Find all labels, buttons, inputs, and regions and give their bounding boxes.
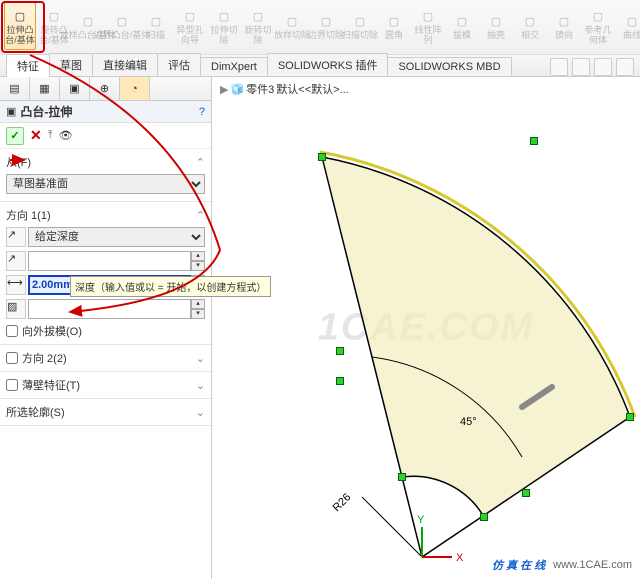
dir1-label: 方向 1(1) bbox=[6, 207, 51, 223]
graphics-area[interactable]: ▶ 🧊 零件3 默认<<默认>... 1CAE.COM 45° R26 bbox=[212, 77, 640, 579]
tab-3[interactable]: 评估 bbox=[157, 53, 201, 76]
svg-text:X: X bbox=[456, 552, 464, 564]
sketch-node[interactable] bbox=[480, 513, 488, 521]
opt-icon[interactable] bbox=[572, 58, 590, 76]
sketch-node[interactable] bbox=[398, 473, 406, 481]
draft-outward-label: 向外拔模(O) bbox=[22, 323, 82, 339]
disp-tab-icon[interactable]: ⊕ bbox=[90, 77, 120, 100]
ribbon-extrudecut: ▢拉伸切 除 bbox=[208, 2, 240, 50]
feature-title: 凸台-拉伸 bbox=[20, 103, 72, 120]
pin-icon[interactable]: ⤒ bbox=[48, 129, 53, 142]
minus-icon[interactable] bbox=[594, 58, 612, 76]
contours-label: 所选轮廓(S) bbox=[6, 404, 65, 420]
ribbon-shell: ▢拔模 bbox=[446, 2, 478, 50]
draft-outward-check[interactable] bbox=[6, 325, 18, 337]
spin-up[interactable]: ▴ bbox=[191, 299, 205, 309]
draft-icon[interactable]: ▨ bbox=[6, 299, 26, 319]
ribbon-intersect: ▢相交 bbox=[514, 2, 546, 50]
footer-url: www.1CAE.com bbox=[553, 559, 632, 571]
sketch-node[interactable] bbox=[336, 347, 344, 355]
ribbon-extrude[interactable]: ▢拉伸凸 台/基体 bbox=[4, 2, 36, 50]
feature-icon: ▣ bbox=[6, 105, 16, 118]
tab-5[interactable]: SOLIDWORKS 插件 bbox=[267, 53, 389, 76]
angle-dim: 45° bbox=[460, 416, 477, 428]
ribbon-loftcut: ▢放样切除 bbox=[276, 2, 308, 50]
ribbon-linpat: ▢线性阵 列 bbox=[412, 2, 444, 50]
footer-brand: 仿 真 在 线 bbox=[492, 557, 545, 573]
spin-up[interactable]: ▴ bbox=[191, 251, 205, 261]
from-label: 从(F) bbox=[6, 154, 31, 170]
svg-text:Y: Y bbox=[417, 514, 425, 526]
collapse-icon[interactable]: ⌃ bbox=[196, 209, 205, 222]
tab-2[interactable]: 直接编辑 bbox=[92, 53, 158, 76]
dim-tab-icon[interactable]: ◔ bbox=[120, 77, 150, 100]
spin-down[interactable]: ▾ bbox=[191, 309, 205, 319]
ribbon-rib: ▢抽壳 bbox=[480, 2, 512, 50]
view-icon[interactable] bbox=[550, 58, 568, 76]
tab-6[interactable]: SOLIDWORKS MBD bbox=[387, 57, 511, 76]
tab-0[interactable]: 特征 bbox=[6, 54, 50, 77]
close-icon[interactable] bbox=[616, 58, 634, 76]
cancel-button[interactable]: ✕ bbox=[30, 127, 42, 144]
tab-4[interactable]: DimXpert bbox=[200, 57, 268, 76]
dir2-check[interactable] bbox=[6, 352, 18, 364]
help-icon[interactable]: ? bbox=[199, 106, 205, 118]
sketch-node[interactable] bbox=[336, 377, 344, 385]
ribbon-revolve: ▢旋转凸 台/基体 bbox=[38, 2, 70, 50]
ribbon-fillet: ▢圆角 bbox=[378, 2, 410, 50]
sketch-node[interactable] bbox=[522, 489, 530, 497]
sketch-node[interactable] bbox=[530, 137, 538, 145]
cfg-tab-icon[interactable]: ▣ bbox=[60, 77, 90, 100]
ribbon-refgeo: ▢参考几 何体 bbox=[582, 2, 614, 50]
radius-dim: R26 bbox=[331, 491, 354, 514]
ribbon-mirror: ▢镜向 bbox=[548, 2, 580, 50]
tree-tab-icon[interactable]: ▤ bbox=[0, 77, 30, 100]
dir-icon[interactable]: ↗ bbox=[6, 251, 26, 271]
sketch-node[interactable] bbox=[318, 153, 326, 161]
sketch-node[interactable] bbox=[626, 413, 634, 421]
expand-icon[interactable]: ⌄ bbox=[196, 352, 205, 365]
ribbon-shapecut: ▢异型孔 向导 bbox=[174, 2, 206, 50]
from-select[interactable]: 草图基准面 bbox=[6, 174, 205, 194]
ribbon-sweep: ▢扫描 bbox=[140, 2, 172, 50]
dir2-label: 方向 2(2) bbox=[22, 350, 67, 366]
ribbon-loft: ▢放样凸台/基体 bbox=[72, 2, 104, 50]
endcond-select[interactable]: 给定深度 bbox=[28, 227, 205, 247]
ribbon-bndcut: ▢边界切除 bbox=[310, 2, 342, 50]
expand-icon[interactable]: ⌄ bbox=[196, 379, 205, 392]
ribbon-boundary: ▢边界凸台/基体 bbox=[106, 2, 138, 50]
reverse-icon[interactable]: ↗ bbox=[6, 227, 26, 247]
depth-tooltip: 深度（输入值或以 = 开始，以创建方程式） bbox=[70, 276, 271, 297]
thin-label: 薄壁特征(T) bbox=[22, 377, 80, 393]
collapse-icon[interactable]: ⌃ bbox=[196, 156, 205, 169]
dir-vector-input[interactable] bbox=[28, 251, 191, 271]
eye-icon[interactable]: 👁 bbox=[59, 129, 73, 142]
ribbon-sweepcut: ▢扫描切除 bbox=[344, 2, 376, 50]
tab-1[interactable]: 草图 bbox=[49, 53, 93, 76]
ribbon-curves: ▢曲线 bbox=[616, 2, 640, 50]
prop-tab-icon[interactable]: ▦ bbox=[30, 77, 60, 100]
depth-icon: ⟷ bbox=[6, 275, 26, 295]
thin-check[interactable] bbox=[6, 379, 18, 391]
ok-button[interactable]: ✓ bbox=[6, 127, 24, 145]
ribbon-revcut: ▢旋转切 除 bbox=[242, 2, 274, 50]
spin-down[interactable]: ▾ bbox=[191, 261, 205, 271]
draft-input[interactable] bbox=[28, 299, 191, 319]
expand-icon[interactable]: ⌄ bbox=[196, 406, 205, 419]
